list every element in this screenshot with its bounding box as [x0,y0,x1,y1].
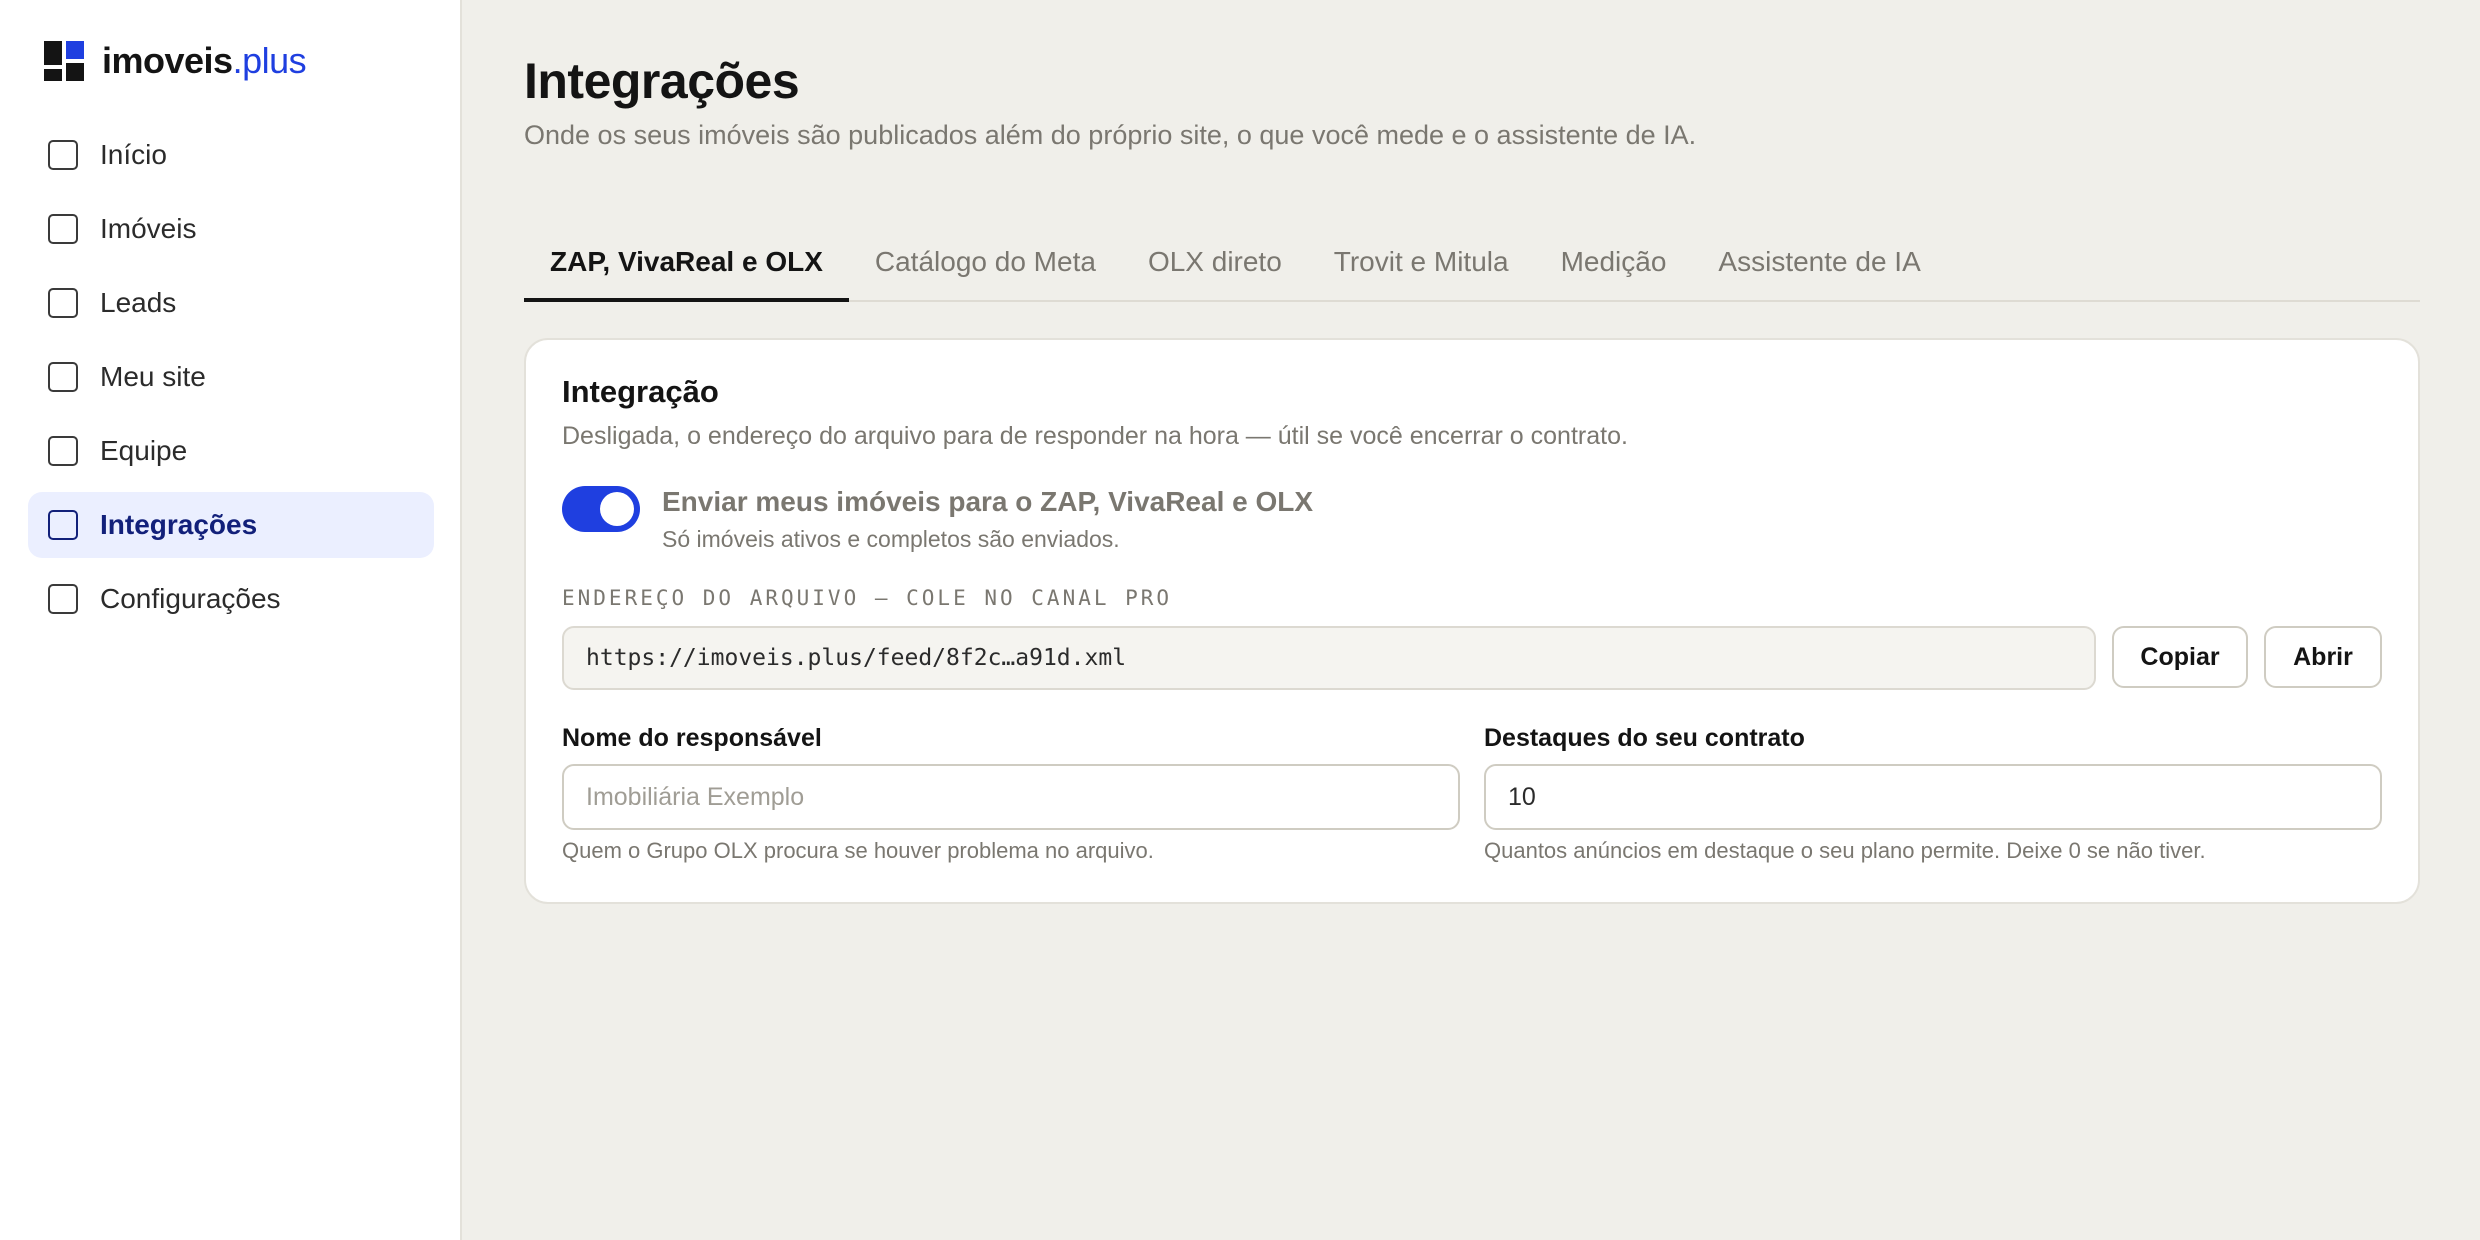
tab-trovit-mitula[interactable]: Trovit e Mitula [1308,234,1535,302]
toggle-knob [600,492,634,526]
tab-zap-vivareal-olx[interactable]: ZAP, VivaReal e OLX [524,234,849,302]
tab-catalogo-meta[interactable]: Catálogo do Meta [849,234,1122,302]
open-button[interactable]: Abrir [2264,626,2382,688]
sidebar-item-inicio[interactable]: Início [28,122,434,188]
integration-card: Integração Desligada, o endereço do arqu… [524,338,2420,904]
square-icon [48,510,78,540]
brand[interactable]: imoveis.plus [44,40,307,82]
card-description: Desligada, o endereço do arquivo para de… [562,422,1628,450]
toggle-label: Enviar meus imóveis para o ZAP, VivaReal… [662,486,1314,517]
sidebar-nav: Início Imóveis Leads Meu site Equipe Int… [28,122,434,640]
sidebar-item-label: Configurações [100,583,281,614]
card-title: Integração [562,374,719,409]
sidebar-item-label: Meu site [100,361,206,392]
sidebar: imoveis.plus Início Imóveis Leads Meu si… [0,0,462,1240]
responsible-label: Nome do responsável [562,724,822,752]
brand-logo-icon [44,41,84,81]
tab-olx-direto[interactable]: OLX direto [1122,234,1308,302]
square-icon [48,288,78,318]
feed-url-label: ENDEREÇO DO ARQUIVO — COLE NO CANAL PRO [562,586,1173,610]
sidebar-item-equipe[interactable]: Equipe [28,418,434,484]
square-icon [48,362,78,392]
sidebar-item-imoveis[interactable]: Imóveis [28,196,434,262]
sidebar-item-meu-site[interactable]: Meu site [28,344,434,410]
page-title: Integrações [524,53,800,109]
square-icon [48,584,78,614]
sidebar-item-label: Integrações [100,509,258,540]
highlights-label: Destaques do seu contrato [1484,724,1805,752]
sidebar-item-label: Equipe [100,435,188,466]
send-listings-toggle[interactable] [562,486,640,532]
square-icon [48,214,78,244]
page-subtitle: Onde os seus imóveis são publicados além… [524,120,1697,150]
sidebar-item-leads[interactable]: Leads [28,270,434,336]
tab-assistente-ia[interactable]: Assistente de IA [1692,234,1946,302]
sidebar-item-label: Imóveis [100,213,197,244]
brand-name: imoveis.plus [102,40,307,82]
sidebar-item-configuracoes[interactable]: Configurações [28,566,434,632]
tab-bar: ZAP, VivaReal e OLX Catálogo do Meta OLX… [524,234,2420,302]
tab-medicao[interactable]: Medição [1535,234,1693,302]
responsible-help: Quem o Grupo OLX procura se houver probl… [562,838,1154,863]
responsible-input[interactable] [562,764,1460,830]
sidebar-item-label: Leads [100,287,177,318]
copy-button[interactable]: Copiar [2112,626,2248,688]
sidebar-item-integracoes[interactable]: Integrações [28,492,434,558]
brand-name-main: imoveis [102,40,233,81]
square-icon [48,436,78,466]
square-icon [48,140,78,170]
brand-name-tld: .plus [232,40,307,81]
highlights-input[interactable] [1484,764,2382,830]
sidebar-item-label: Início [100,139,167,170]
feed-url-field[interactable]: https://imoveis.plus/feed/8f2c…a91d.xml [562,626,2096,690]
toggle-help: Só imóveis ativos e completos são enviad… [662,526,1120,552]
highlights-help: Quantos anúncios em destaque o seu plano… [1484,838,2206,863]
